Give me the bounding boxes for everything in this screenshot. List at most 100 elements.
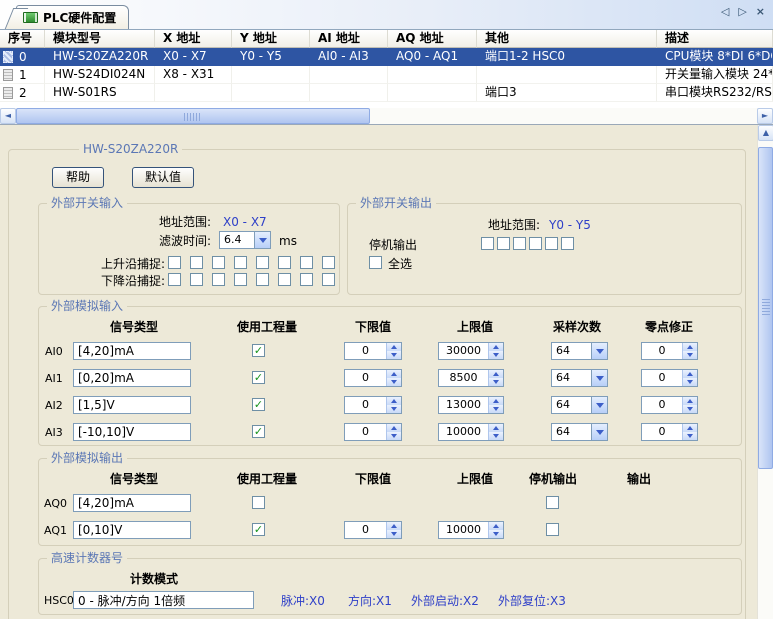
falling-capture-checkbox[interactable] bbox=[300, 273, 313, 286]
nav-left-icon[interactable]: ◁ bbox=[721, 6, 729, 18]
rising-capture-checkbox[interactable] bbox=[212, 256, 225, 269]
ms-unit-label: ms bbox=[279, 234, 297, 249]
signal-type-input[interactable] bbox=[73, 423, 191, 441]
default-button[interactable]: 默认值 bbox=[132, 167, 194, 188]
hscroll-track[interactable] bbox=[16, 108, 757, 124]
engineering-checkbox[interactable]: ✓ bbox=[252, 425, 265, 438]
falling-capture-checkbox[interactable] bbox=[190, 273, 203, 286]
help-button[interactable]: 帮助 bbox=[52, 167, 104, 188]
horizontal-scrollbar[interactable]: ◄ ► bbox=[0, 108, 773, 124]
hscroll-thumb[interactable] bbox=[16, 108, 370, 124]
scroll-left-icon[interactable]: ◄ bbox=[0, 108, 16, 124]
stop-output-checkbox[interactable] bbox=[561, 237, 574, 250]
signal-type-input[interactable] bbox=[73, 396, 191, 414]
rising-capture-checkbox[interactable] bbox=[300, 256, 313, 269]
stop-output-checkbox[interactable] bbox=[546, 523, 559, 536]
ai-row-label: AI3 bbox=[45, 426, 63, 440]
lower-limit-spinner[interactable]: 0 bbox=[344, 369, 402, 387]
engineering-checkbox[interactable]: ✓ bbox=[252, 523, 265, 536]
combo-arrow-icon[interactable] bbox=[591, 397, 607, 413]
spin-down-icon bbox=[386, 378, 401, 386]
upper-limit-spinner[interactable]: 13000 bbox=[438, 396, 504, 414]
falling-capture-checkbox[interactable] bbox=[212, 273, 225, 286]
scroll-up-icon[interactable]: ▲ bbox=[758, 125, 773, 141]
signal-type-input[interactable] bbox=[73, 494, 191, 512]
falling-capture-checkbox[interactable] bbox=[234, 273, 247, 286]
falling-capture-checkbox[interactable] bbox=[322, 273, 335, 286]
count-mode-input[interactable] bbox=[73, 591, 254, 609]
col-header-model: 模块型号 bbox=[45, 30, 155, 48]
falling-capture-checkbox[interactable] bbox=[256, 273, 269, 286]
signal-type-input[interactable] bbox=[73, 521, 191, 539]
zero-correction-spinner[interactable]: 0 bbox=[641, 342, 698, 360]
rising-capture-checkbox[interactable] bbox=[168, 256, 181, 269]
lower-limit-spinner[interactable]: 0 bbox=[344, 521, 402, 539]
lower-limit-spinner[interactable]: 0 bbox=[344, 396, 402, 414]
close-icon[interactable]: × bbox=[756, 6, 765, 18]
table-row[interactable]: 1 HW-S24DI024N X8 - X31 开关量输入模块 24*D bbox=[0, 66, 773, 84]
combo-arrow-icon[interactable] bbox=[591, 343, 607, 359]
stop-output-checkbox[interactable] bbox=[546, 496, 559, 509]
direction-address-label: 方向:X1 bbox=[348, 594, 392, 609]
engineering-checkbox[interactable]: ✓ bbox=[252, 371, 265, 384]
select-all-checkbox[interactable] bbox=[369, 256, 382, 269]
combo-arrow-icon[interactable] bbox=[591, 424, 607, 440]
sample-count-combo[interactable]: 64 bbox=[551, 396, 608, 414]
sample-count-combo[interactable]: 64 bbox=[551, 423, 608, 441]
stop-output-checkbox[interactable] bbox=[513, 237, 526, 250]
vertical-scrollbar[interactable]: ▲ bbox=[757, 125, 773, 619]
sample-count-combo[interactable]: 64 bbox=[551, 342, 608, 360]
spin-up-icon bbox=[488, 424, 503, 432]
zero-correction-spinner[interactable]: 0 bbox=[641, 423, 698, 441]
tab-plc-config[interactable]: PLC硬件配置 bbox=[16, 5, 129, 29]
falling-capture-checkbox[interactable] bbox=[168, 273, 181, 286]
upper-limit-spinner[interactable]: 30000 bbox=[438, 342, 504, 360]
spin-up-icon bbox=[386, 424, 401, 432]
zero-correction-spinner[interactable]: 0 bbox=[641, 369, 698, 387]
scroll-right-icon[interactable]: ► bbox=[757, 108, 773, 124]
switch-input-group: 外部开关输入 地址范围: X0 - X7 滤波时间: 6.4 ms 上升沿捕捉:… bbox=[38, 203, 340, 295]
hsc-group: 高速计数器号 计数模式 HSC0 脉冲:X0 方向:X1 外部启动:X2 外部复… bbox=[38, 558, 742, 615]
rising-capture-checkbox[interactable] bbox=[190, 256, 203, 269]
lower-limit-spinner[interactable]: 0 bbox=[344, 342, 402, 360]
col-header-engineering: 使用工程量 bbox=[237, 320, 297, 335]
signal-type-input[interactable] bbox=[73, 342, 191, 360]
address-range-label: 地址范围: bbox=[488, 218, 540, 233]
filter-time-combo[interactable]: 6.4 bbox=[219, 231, 271, 249]
sample-count-combo[interactable]: 64 bbox=[551, 369, 608, 387]
upper-limit-spinner[interactable]: 10000 bbox=[438, 521, 504, 539]
engineering-checkbox[interactable] bbox=[252, 496, 265, 509]
table-row[interactable]: 2 HW-S01RS 端口3 串口模块RS232/RS485 bbox=[0, 84, 773, 102]
table-row[interactable]: 0 HW-S20ZA220R X0 - X7 Y0 - Y5 AI0 - AI3… bbox=[0, 48, 773, 66]
rising-capture-checkbox[interactable] bbox=[256, 256, 269, 269]
rising-capture-checkbox[interactable] bbox=[322, 256, 335, 269]
rising-capture-checkbox[interactable] bbox=[278, 256, 291, 269]
col-header-stop-output: 停机输出 bbox=[529, 472, 577, 487]
col-header-zero-correction: 零点修正 bbox=[645, 320, 693, 335]
spin-up-icon bbox=[386, 522, 401, 530]
engineering-checkbox[interactable]: ✓ bbox=[252, 398, 265, 411]
spin-down-icon bbox=[386, 530, 401, 538]
col-header-signal-type: 信号类型 bbox=[110, 472, 158, 487]
hsc-group-title: 高速计数器号 bbox=[47, 551, 127, 566]
spin-up-icon bbox=[386, 343, 401, 351]
stop-output-checkbox[interactable] bbox=[497, 237, 510, 250]
col-header-y-addr: Y 地址 bbox=[232, 30, 310, 48]
combo-arrow-icon[interactable] bbox=[254, 232, 270, 248]
stop-output-checkbox[interactable] bbox=[529, 237, 542, 250]
stop-output-checkbox[interactable] bbox=[481, 237, 494, 250]
signal-type-input[interactable] bbox=[73, 369, 191, 387]
vscroll-thumb[interactable] bbox=[758, 147, 773, 469]
lower-limit-spinner[interactable]: 0 bbox=[344, 423, 402, 441]
upper-limit-spinner[interactable]: 8500 bbox=[438, 369, 504, 387]
stop-output-checkbox[interactable] bbox=[545, 237, 558, 250]
upper-limit-spinner[interactable]: 10000 bbox=[438, 423, 504, 441]
combo-arrow-icon[interactable] bbox=[591, 370, 607, 386]
cell-other bbox=[477, 66, 657, 84]
rising-capture-checkbox[interactable] bbox=[234, 256, 247, 269]
zero-correction-spinner[interactable]: 0 bbox=[641, 396, 698, 414]
engineering-checkbox[interactable]: ✓ bbox=[252, 344, 265, 357]
falling-capture-checkbox[interactable] bbox=[278, 273, 291, 286]
analog-input-title: 外部模拟输入 bbox=[47, 299, 127, 314]
nav-right-icon[interactable]: ▷ bbox=[738, 6, 746, 18]
